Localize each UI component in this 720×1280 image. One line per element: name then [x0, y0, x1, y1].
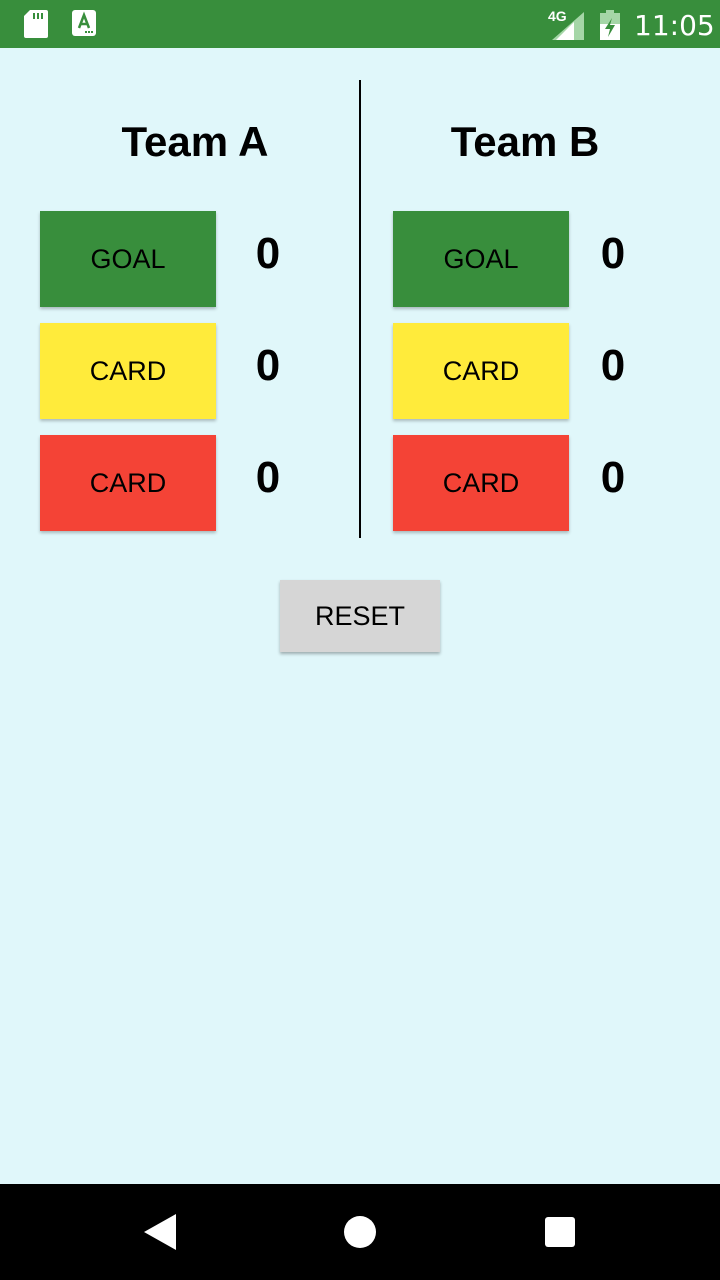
reset-button[interactable]: RESET — [280, 580, 440, 652]
team-a-panel: Team A GOAL 0 CARD 0 CARD 0 — [0, 80, 360, 540]
team-b-yellow-card-count: 0 — [600, 341, 626, 390]
team-b-goal-button[interactable]: GOAL — [393, 211, 569, 307]
recents-icon[interactable] — [545, 1217, 575, 1247]
team-a-goal-count: 0 — [255, 229, 281, 278]
status-time: 11:05 — [634, 9, 715, 42]
team-a-yellow-card-count: 0 — [255, 341, 281, 390]
signal-icon — [552, 12, 584, 40]
status-bar: 4G 11:05 — [0, 0, 720, 48]
back-icon[interactable] — [144, 1214, 176, 1250]
battery-charging-icon — [600, 10, 620, 40]
team-b-red-card-button[interactable]: CARD — [393, 435, 569, 531]
team-b-title: Team B — [450, 118, 600, 165]
home-icon[interactable] — [343, 1215, 377, 1249]
app-notification-icon — [72, 10, 96, 36]
team-b-red-card-count: 0 — [600, 453, 626, 502]
sd-card-icon — [24, 10, 48, 38]
team-a-title: Team A — [121, 118, 269, 165]
team-b-goal-count: 0 — [600, 229, 626, 278]
team-a-red-card-button[interactable]: CARD — [40, 435, 216, 531]
team-b-panel: Team B GOAL 0 CARD 0 CARD 0 — [360, 80, 720, 540]
team-a-yellow-card-button[interactable]: CARD — [40, 323, 216, 419]
team-a-goal-button[interactable]: GOAL — [40, 211, 216, 307]
team-a-red-card-count: 0 — [255, 453, 281, 502]
team-b-yellow-card-button[interactable]: CARD — [393, 323, 569, 419]
